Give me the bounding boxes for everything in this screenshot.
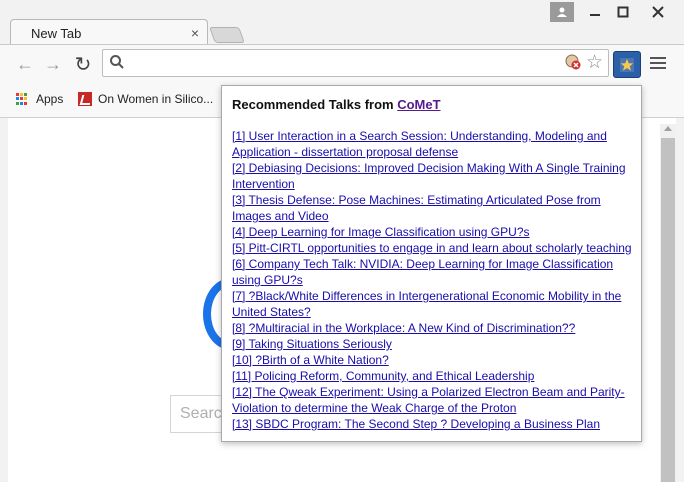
reload-button[interactable]: ↻ [72,53,94,76]
browser-toolbar: ← → ↻ ☆ [0,44,684,83]
list-item: [9] Taking Situations Seriously [232,336,634,352]
back-arrow-icon: ← [16,53,34,74]
comet-star-icon [620,57,634,72]
talk-link[interactable]: [8] ?Multiracial in the Workplace: A New… [232,321,575,335]
bookmark-apps[interactable]: Apps [16,92,63,106]
list-item: [8] ?Multiracial in the Workplace: A New… [232,320,634,336]
list-item: [7] ?Black/White Differences in Intergen… [232,288,634,320]
page-scrollbar[interactable] [660,124,676,482]
bookmark-star-icon[interactable]: ☆ [586,51,603,74]
address-input[interactable] [133,53,557,75]
talk-link[interactable]: [1] User Interaction in a Search Session… [232,129,607,159]
popup-heading: Recommended Talks from CoMeT [232,97,441,112]
comet-link[interactable]: CoMeT [397,97,440,112]
talk-link[interactable]: [4] Deep Learning for Image Classificati… [232,225,530,239]
talk-link[interactable]: [3] Thesis Defense: Pose Machines: Estim… [232,193,601,223]
popup-heading-text: Recommended Talks from [232,97,398,112]
talk-link[interactable]: [2] Debiasing Decisions: Improved Decisi… [232,161,626,191]
omnibox[interactable]: ☆ [102,49,609,77]
bookmark-women-in-silicon[interactable]: On Women in Silico... [78,92,213,106]
list-item: [2] Debiasing Decisions: Improved Decisi… [232,160,634,192]
chrome-menu-button[interactable] [650,54,666,72]
tab-close-icon[interactable]: × [191,25,199,41]
maximize-button[interactable] [610,2,636,22]
talk-link[interactable]: [7] ?Black/White Differences in Intergen… [232,289,621,319]
back-button[interactable]: ← [14,53,36,75]
bookmark-favicon [78,92,92,106]
talk-link[interactable]: [5] Pitt-CIRTL opportunities to engage i… [232,241,632,255]
list-item: [5] Pitt-CIRTL opportunities to engage i… [232,240,634,256]
forward-arrow-icon: → [44,53,62,74]
talk-link[interactable]: [11] Policing Reform, Community, and Eth… [232,369,534,383]
search-icon [110,55,124,69]
new-tab-button[interactable] [209,27,245,43]
forward-button[interactable]: → [42,53,64,75]
talk-link[interactable]: [13] SBDC Program: The Second Step ? Dev… [232,417,600,431]
list-item: [1] User Interaction in a Search Session… [232,128,634,160]
close-icon [652,6,664,18]
bookmark-label: Apps [36,92,64,106]
talk-link[interactable]: [9] Taking Situations Seriously [232,337,392,351]
bookmark-label: On Women in Silico... [98,92,214,106]
user-profile-button[interactable] [550,2,574,22]
apps-grid-icon [16,93,28,105]
close-window-button[interactable] [640,2,676,22]
talk-link[interactable]: [10] ?Birth of a White Nation? [232,353,389,367]
talk-link[interactable]: [12] The Qweak Experiment: Using a Polar… [232,385,625,415]
list-item: [6] Company Tech Talk: NVIDIA: Deep Lear… [232,256,634,288]
talk-list: [1] User Interaction in a Search Session… [232,128,634,432]
list-item: [10] ?Birth of a White Nation? [232,352,634,368]
comet-extension-button[interactable] [613,51,641,78]
scroll-up-arrow-icon[interactable] [664,126,672,131]
tab-title: New Tab [31,26,82,41]
comet-popup: Recommended Talks from CoMeT [1] User In… [221,85,642,442]
scrollbar-thumb[interactable] [661,138,675,482]
list-item: [13] SBDC Program: The Second Step ? Dev… [232,416,634,432]
maximize-icon [617,6,629,18]
tab-new-tab[interactable]: New Tab × [10,19,208,46]
user-icon [557,7,567,17]
minimize-button[interactable] [582,2,608,22]
reload-icon: ↻ [74,53,92,76]
window-titlebar: New Tab × [0,0,684,46]
talk-link[interactable]: [6] Company Tech Talk: NVIDIA: Deep Lear… [232,257,613,287]
blocked-content-icon[interactable] [564,53,582,71]
minimize-icon [590,14,600,16]
list-item: [11] Policing Reform, Community, and Eth… [232,368,634,384]
list-item: [4] Deep Learning for Image Classificati… [232,224,634,240]
list-item: [12] The Qweak Experiment: Using a Polar… [232,384,634,416]
list-item: [3] Thesis Defense: Pose Machines: Estim… [232,192,634,224]
